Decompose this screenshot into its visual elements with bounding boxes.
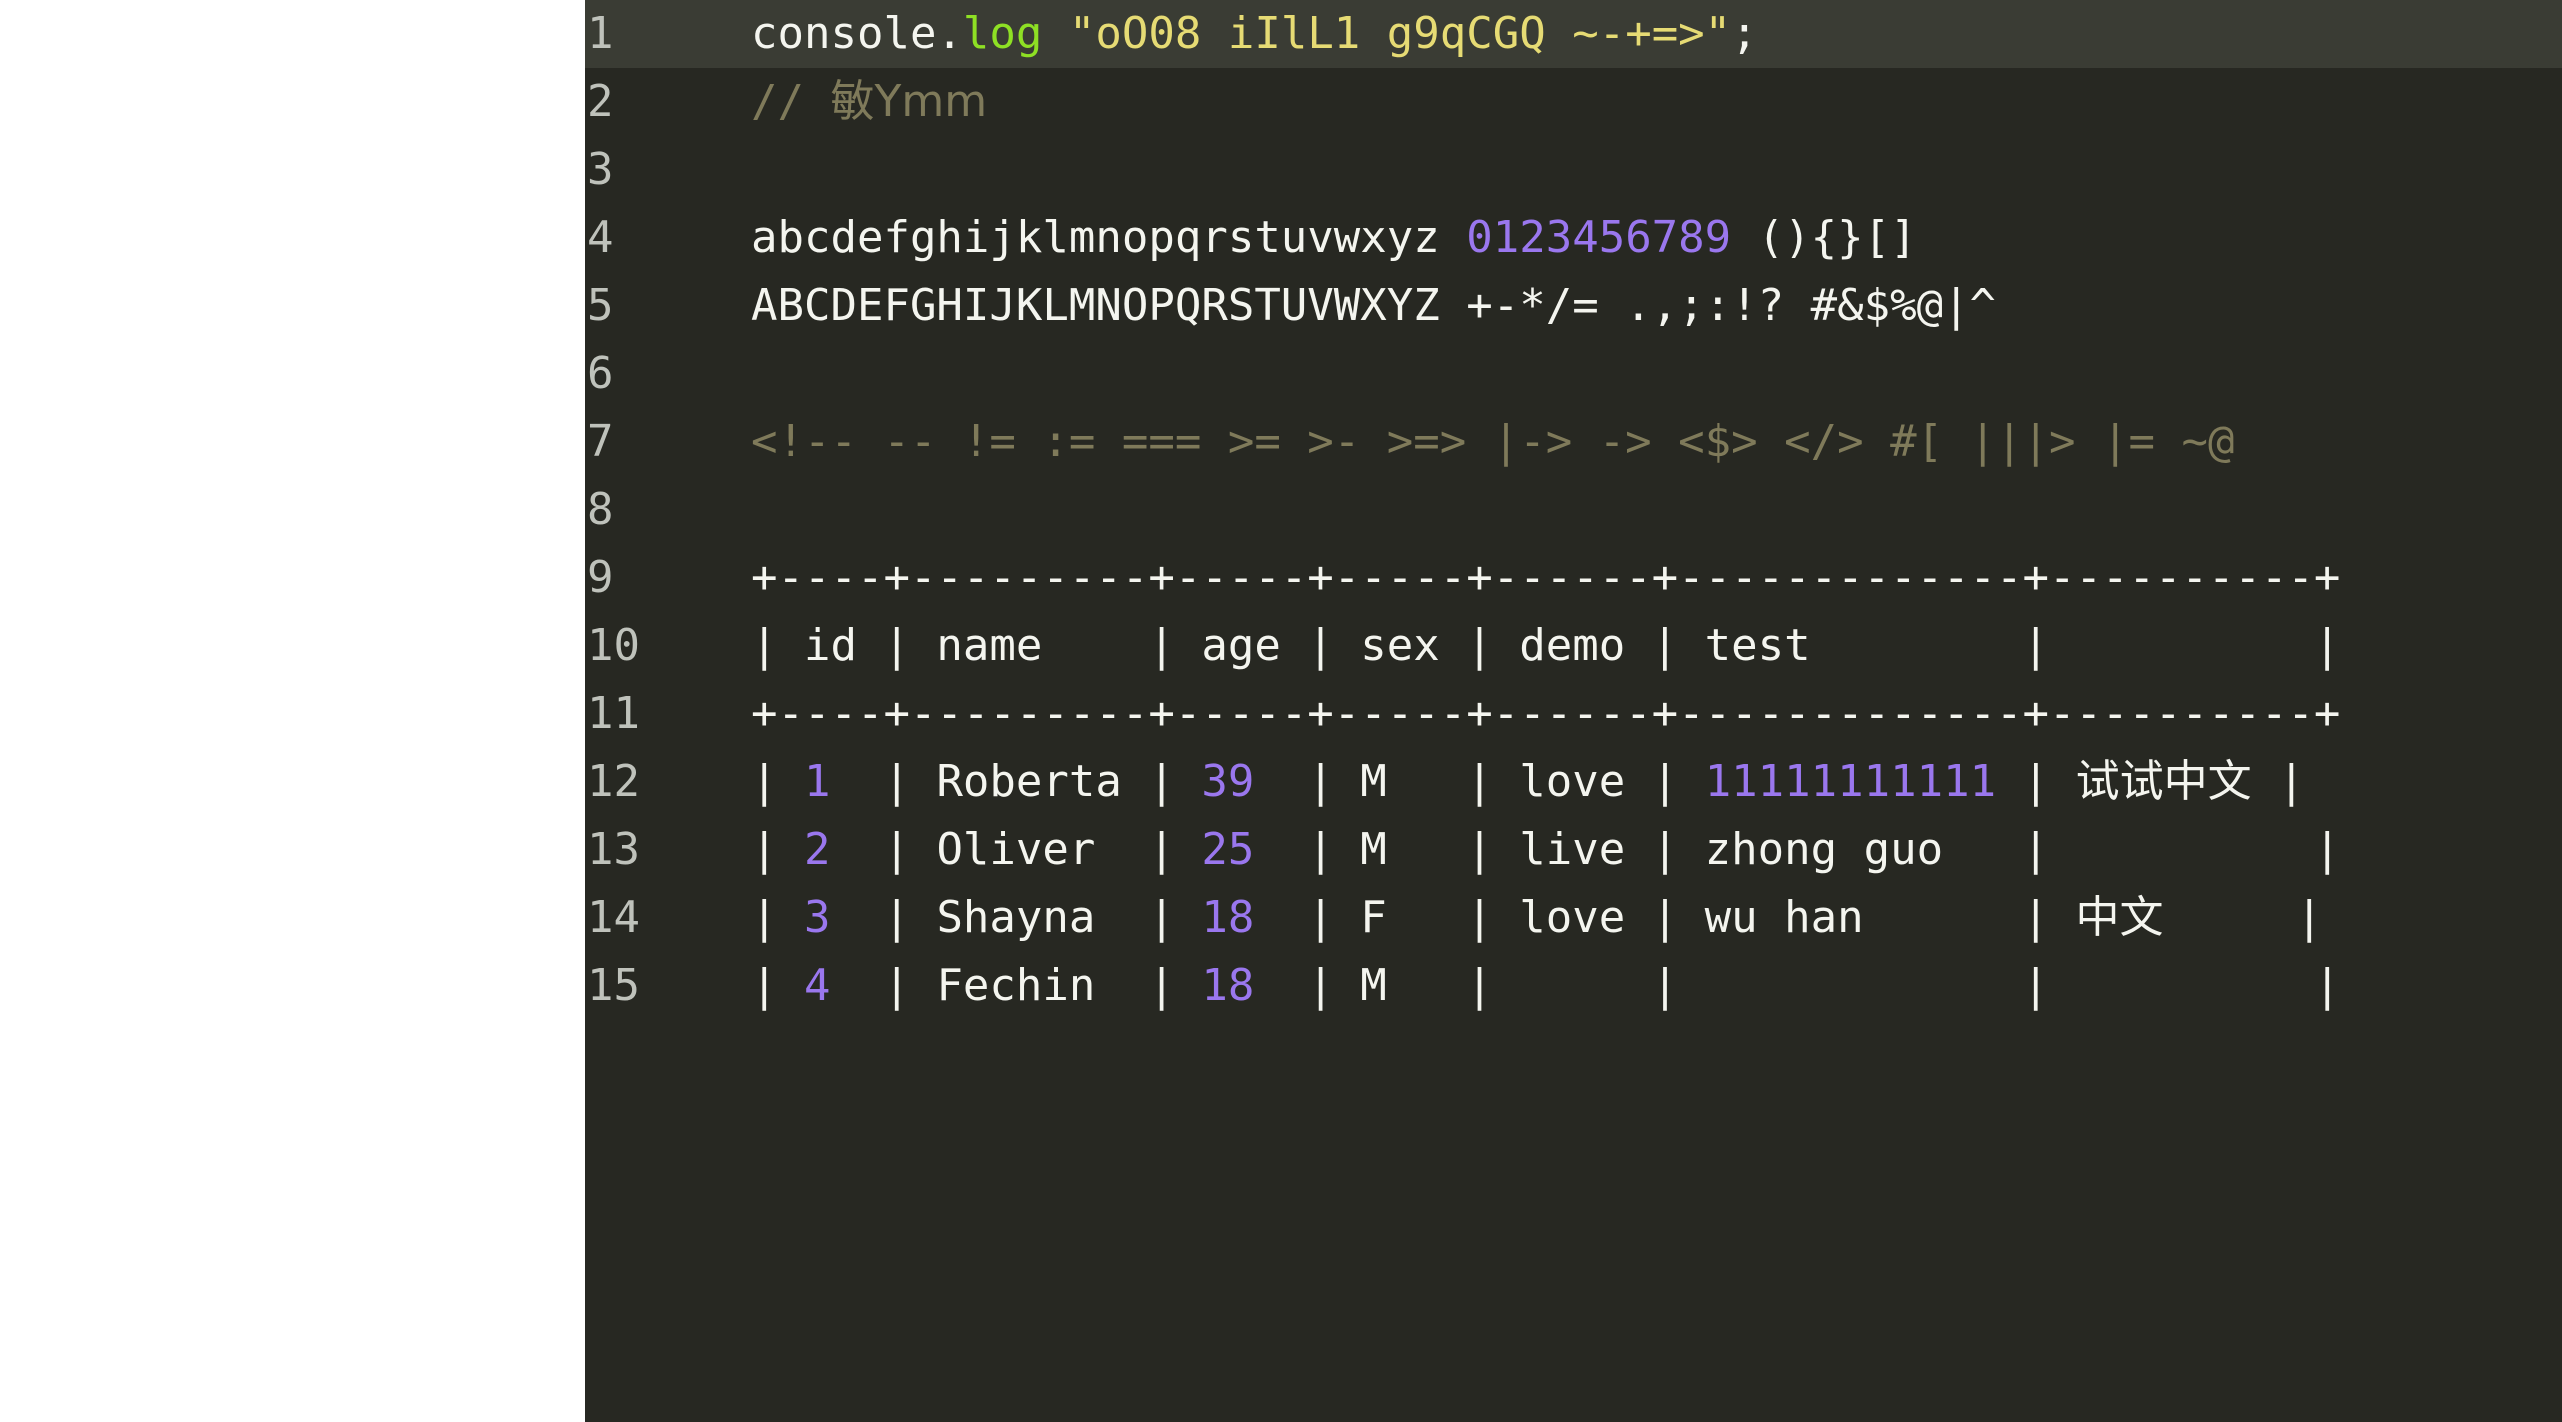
code-line[interactable]: 10 | id | name | age | sex | demo | test … xyxy=(585,612,2562,680)
code-token-plain: | Oliver | xyxy=(830,824,1202,875)
code-editor[interactable]: 1 console.log "oO08 iIlL1 g9qCGQ ~-+=>"; 2… xyxy=(585,0,2562,1422)
code-token-plain: +----+---------+-----+-----+------+-----… xyxy=(751,688,2341,739)
code-token-plain: | xyxy=(1996,756,2076,807)
code-line-content[interactable]: ​ xyxy=(703,136,2562,204)
code-line-content[interactable]: +----+---------+-----+-----+------+-----… xyxy=(703,544,2562,612)
code-token-plain: 试试中文 xyxy=(2075,756,2252,807)
code-line[interactable]: 13 | 2 | Oliver | 25 | M | live | zhong g… xyxy=(585,816,2562,884)
code-token-plain: | Shayna | xyxy=(830,892,1202,943)
code-token-string: "oO08 iIlL1 g9qCGQ ~-+=>" xyxy=(1068,8,1732,59)
code-token-number: 2 xyxy=(803,824,831,875)
code-line-content[interactable]: // 敏Ymm xyxy=(703,68,2562,136)
code-token-number: 25 xyxy=(1201,824,1255,875)
screenshot-root: 1 console.log "oO08 iIlL1 g9qCGQ ~-+=>"; 2… xyxy=(0,0,2562,1422)
left-blank-margin xyxy=(0,0,585,1422)
line-number: 7 xyxy=(587,416,614,467)
code-line-content[interactable]: ​ xyxy=(703,340,2562,408)
code-line[interactable]: 4 abcdefghijklmnopqrstuvwxyz 0123456789 (… xyxy=(585,204,2562,272)
code-line-content[interactable]: ​ xyxy=(703,476,2562,544)
code-line[interactable]: 12 | 1 | Roberta | 39 | M | love | 111111… xyxy=(585,748,2562,816)
line-number: 8 xyxy=(587,484,614,535)
code-line[interactable]: 5 ABCDEFGHIJKLMNOPQRSTUVWXYZ +-*/= .,;:!?… xyxy=(585,272,2562,340)
code-line-content[interactable]: | 2 | Oliver | 25 | M | live | zhong guo… xyxy=(703,816,2562,884)
code-line[interactable]: 8​ xyxy=(585,476,2562,544)
code-token-number: 0123456789 xyxy=(1466,212,1732,263)
code-line-content[interactable]: <!-- -- != := === >= >- >=> |-> -> <$> <… xyxy=(703,408,2562,476)
line-number: 15 xyxy=(587,960,640,1011)
code-token-plain: ; xyxy=(1731,8,1758,59)
line-number: 1 xyxy=(587,8,614,59)
code-line[interactable]: 2 // 敏Ymm xyxy=(585,68,2562,136)
code-token-plain: | F | love | wu han | xyxy=(1254,892,2076,943)
code-token-plain: | xyxy=(2163,892,2323,943)
code-token-plain: console. xyxy=(751,8,963,59)
code-line-content[interactable]: | 4 | Fechin | 18 | M | | | | xyxy=(703,952,2562,1020)
code-token-number: 1 xyxy=(803,756,831,807)
code-line-content[interactable]: console.log "oO08 iIlL1 g9qCGQ ~-+=>"; xyxy=(703,0,2562,68)
code-line[interactable]: 1 console.log "oO08 iIlL1 g9qCGQ ~-+=>"; xyxy=(585,0,2562,68)
code-line-content[interactable]: | id | name | age | sex | demo | test | … xyxy=(703,612,2562,680)
code-line[interactable]: 14 | 3 | Shayna | 18 | F | love | wu han … xyxy=(585,884,2562,952)
line-number: 6 xyxy=(587,348,614,399)
code-line[interactable]: 15 | 4 | Fechin | 18 | M | | | | xyxy=(585,952,2562,1020)
code-token-comment: 敏Ymm xyxy=(830,76,988,127)
code-token-number: 11111111111 xyxy=(1704,756,1997,807)
line-number: 11 xyxy=(587,688,640,739)
code-token-plain: 中文 xyxy=(2075,892,2164,943)
line-number: 3 xyxy=(587,144,614,195)
line-number: 9 xyxy=(587,552,614,603)
code-token-plain: | id | name | age | sex | demo | test | … xyxy=(751,620,2341,671)
code-token-plain: | xyxy=(751,824,804,875)
code-line[interactable]: 7 <!-- -- != := === >= >- >=> |-> -> <$> … xyxy=(585,408,2562,476)
code-line-content[interactable]: +----+---------+-----+-----+------+-----… xyxy=(703,680,2562,748)
code-token-plain: | M | live | zhong guo | | xyxy=(1254,824,2341,875)
code-token-plain: +----+---------+-----+-----+------+-----… xyxy=(751,552,2341,603)
line-number: 2 xyxy=(587,76,614,127)
code-line[interactable]: 6​ xyxy=(585,340,2562,408)
line-number: 4 xyxy=(587,212,614,263)
code-token-number: 39 xyxy=(1201,756,1255,807)
code-token-plain: (){}[] xyxy=(1731,212,1917,263)
code-token-comment: // xyxy=(751,76,831,127)
code-token-plain: | Roberta | xyxy=(830,756,1202,807)
code-token-plain: | xyxy=(751,756,804,807)
code-token-plain: | Fechin | xyxy=(830,960,1202,1011)
code-token-fn: log xyxy=(962,8,1043,59)
code-line-content[interactable]: | 3 | Shayna | 18 | F | love | wu han | … xyxy=(703,884,2562,952)
code-token-comment: <!-- -- != := === >= >- >=> |-> -> <$> <… xyxy=(751,416,2235,467)
code-token-number: 3 xyxy=(803,892,831,943)
code-token-plain: | M | | | | xyxy=(1254,960,2341,1011)
code-token-number: 4 xyxy=(803,960,831,1011)
code-line[interactable]: 3​ xyxy=(585,136,2562,204)
code-token-number: 18 xyxy=(1201,892,1255,943)
line-number: 12 xyxy=(587,756,640,807)
code-token-number: 18 xyxy=(1201,960,1255,1011)
code-token-plain: ABCDEFGHIJKLMNOPQRSTUVWXYZ +-*/= .,;:!? … xyxy=(751,280,1997,331)
code-token-plain: | xyxy=(751,892,804,943)
code-line[interactable]: 9 +----+---------+-----+-----+------+----… xyxy=(585,544,2562,612)
code-line-list: 1 console.log "oO08 iIlL1 g9qCGQ ~-+=>"; 2… xyxy=(585,0,2562,1020)
code-token-plain: | M | love | xyxy=(1254,756,1705,807)
line-number: 5 xyxy=(587,280,614,331)
code-line-content[interactable]: ABCDEFGHIJKLMNOPQRSTUVWXYZ +-*/= .,;:!? … xyxy=(703,272,2562,340)
code-line[interactable]: 11 +----+---------+-----+-----+------+---… xyxy=(585,680,2562,748)
line-number: 13 xyxy=(587,824,640,875)
code-token-plain: abcdefghijklmnopqrstuvwxyz xyxy=(751,212,1467,263)
code-token-plain: | xyxy=(2251,756,2305,807)
code-line-content[interactable]: | 1 | Roberta | 39 | M | love | 11111111… xyxy=(703,748,2562,816)
line-number: 10 xyxy=(587,620,640,671)
code-line-content[interactable]: abcdefghijklmnopqrstuvwxyz 0123456789 ()… xyxy=(703,204,2562,272)
code-token-plain: | xyxy=(751,960,804,1011)
line-number: 14 xyxy=(587,892,640,943)
